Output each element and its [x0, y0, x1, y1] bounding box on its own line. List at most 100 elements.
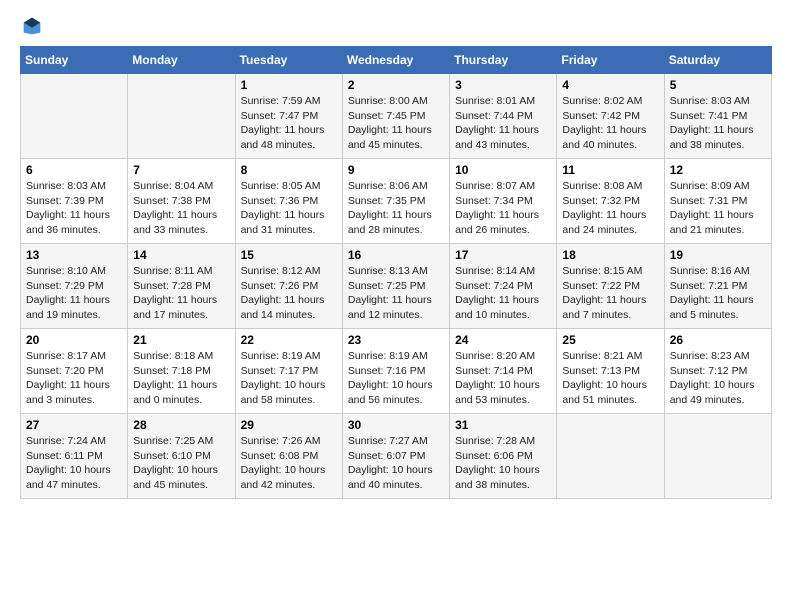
cell-content: Sunrise: 8:10 AM Sunset: 7:29 PM Dayligh…: [26, 264, 122, 323]
day-number: 5: [670, 78, 766, 92]
cell-content: Sunrise: 7:27 AM Sunset: 6:07 PM Dayligh…: [348, 434, 444, 493]
calendar-cell: 21 Sunrise: 8:18 AM Sunset: 7:18 PM Dayli…: [128, 329, 235, 414]
cell-content: Sunrise: 8:13 AM Sunset: 7:25 PM Dayligh…: [348, 264, 444, 323]
calendar-cell: 20 Sunrise: 8:17 AM Sunset: 7:20 PM Dayli…: [21, 329, 128, 414]
col-header-sunday: Sunday: [21, 47, 128, 74]
cell-content: Sunrise: 7:59 AM Sunset: 7:47 PM Dayligh…: [241, 94, 337, 153]
day-number: 3: [455, 78, 551, 92]
day-number: 4: [562, 78, 658, 92]
day-number: 21: [133, 333, 229, 347]
day-number: 13: [26, 248, 122, 262]
cell-content: Sunrise: 7:28 AM Sunset: 6:06 PM Dayligh…: [455, 434, 551, 493]
day-number: 1: [241, 78, 337, 92]
calendar-cell: 8 Sunrise: 8:05 AM Sunset: 7:36 PM Daylig…: [235, 159, 342, 244]
calendar-cell: 22 Sunrise: 8:19 AM Sunset: 7:17 PM Dayli…: [235, 329, 342, 414]
calendar-cell: 1 Sunrise: 7:59 AM Sunset: 7:47 PM Daylig…: [235, 74, 342, 159]
calendar-cell: 24 Sunrise: 8:20 AM Sunset: 7:14 PM Dayli…: [450, 329, 557, 414]
cell-content: Sunrise: 7:25 AM Sunset: 6:10 PM Dayligh…: [133, 434, 229, 493]
cell-content: Sunrise: 8:05 AM Sunset: 7:36 PM Dayligh…: [241, 179, 337, 238]
calendar-table: SundayMondayTuesdayWednesdayThursdayFrid…: [20, 46, 772, 499]
page-header: [20, 20, 772, 36]
calendar-cell: 6Sunrise: 8:03 AM Sunset: 7:39 PM Daylig…: [21, 159, 128, 244]
calendar-cell: 5 Sunrise: 8:03 AM Sunset: 7:41 PM Daylig…: [664, 74, 771, 159]
cell-content: Sunrise: 8:17 AM Sunset: 7:20 PM Dayligh…: [26, 349, 122, 408]
day-number: 26: [670, 333, 766, 347]
cell-content: Sunrise: 8:19 AM Sunset: 7:17 PM Dayligh…: [241, 349, 337, 408]
day-number: 15: [241, 248, 337, 262]
cell-content: Sunrise: 8:16 AM Sunset: 7:21 PM Dayligh…: [670, 264, 766, 323]
day-number: 20: [26, 333, 122, 347]
calendar-cell: 14 Sunrise: 8:11 AM Sunset: 7:28 PM Dayli…: [128, 244, 235, 329]
calendar-cell: 25 Sunrise: 8:21 AM Sunset: 7:13 PM Dayli…: [557, 329, 664, 414]
calendar-cell: 31 Sunrise: 7:28 AM Sunset: 6:06 PM Dayli…: [450, 414, 557, 499]
cell-content: Sunrise: 8:19 AM Sunset: 7:16 PM Dayligh…: [348, 349, 444, 408]
day-number: 28: [133, 418, 229, 432]
calendar-cell: 3 Sunrise: 8:01 AM Sunset: 7:44 PM Daylig…: [450, 74, 557, 159]
cell-content: Sunrise: 8:07 AM Sunset: 7:34 PM Dayligh…: [455, 179, 551, 238]
calendar-cell: 10 Sunrise: 8:07 AM Sunset: 7:34 PM Dayli…: [450, 159, 557, 244]
cell-content: Sunrise: 8:15 AM Sunset: 7:22 PM Dayligh…: [562, 264, 658, 323]
calendar-cell: 30 Sunrise: 7:27 AM Sunset: 6:07 PM Dayli…: [342, 414, 449, 499]
calendar-cell: 12 Sunrise: 8:09 AM Sunset: 7:31 PM Dayli…: [664, 159, 771, 244]
calendar-cell: 26 Sunrise: 8:23 AM Sunset: 7:12 PM Dayli…: [664, 329, 771, 414]
cell-content: Sunrise: 8:09 AM Sunset: 7:31 PM Dayligh…: [670, 179, 766, 238]
day-number: 18: [562, 248, 658, 262]
day-number: 2: [348, 78, 444, 92]
col-header-wednesday: Wednesday: [342, 47, 449, 74]
calendar-cell: 9 Sunrise: 8:06 AM Sunset: 7:35 PM Daylig…: [342, 159, 449, 244]
cell-content: Sunrise: 8:01 AM Sunset: 7:44 PM Dayligh…: [455, 94, 551, 153]
day-number: 30: [348, 418, 444, 432]
cell-content: Sunrise: 8:11 AM Sunset: 7:28 PM Dayligh…: [133, 264, 229, 323]
calendar-cell: 13 Sunrise: 8:10 AM Sunset: 7:29 PM Dayli…: [21, 244, 128, 329]
cell-content: Sunrise: 7:26 AM Sunset: 6:08 PM Dayligh…: [241, 434, 337, 493]
calendar-cell: 28 Sunrise: 7:25 AM Sunset: 6:10 PM Dayli…: [128, 414, 235, 499]
cell-content: Sunrise: 8:02 AM Sunset: 7:42 PM Dayligh…: [562, 94, 658, 153]
day-number: 17: [455, 248, 551, 262]
calendar-cell: 18 Sunrise: 8:15 AM Sunset: 7:22 PM Dayli…: [557, 244, 664, 329]
cell-content: Sunrise: 8:06 AM Sunset: 7:35 PM Dayligh…: [348, 179, 444, 238]
day-number: 6: [26, 163, 122, 177]
day-number: 11: [562, 163, 658, 177]
day-number: 25: [562, 333, 658, 347]
col-header-saturday: Saturday: [664, 47, 771, 74]
cell-content: Sunrise: 8:08 AM Sunset: 7:32 PM Dayligh…: [562, 179, 658, 238]
day-number: 12: [670, 163, 766, 177]
day-number: 7: [133, 163, 229, 177]
day-number: 23: [348, 333, 444, 347]
cell-content: Sunrise: 8:12 AM Sunset: 7:26 PM Dayligh…: [241, 264, 337, 323]
day-number: 27: [26, 418, 122, 432]
day-number: 19: [670, 248, 766, 262]
day-number: 31: [455, 418, 551, 432]
calendar-cell: 4 Sunrise: 8:02 AM Sunset: 7:42 PM Daylig…: [557, 74, 664, 159]
day-number: 8: [241, 163, 337, 177]
col-header-monday: Monday: [128, 47, 235, 74]
cell-content: Sunrise: 8:03 AM Sunset: 7:41 PM Dayligh…: [670, 94, 766, 153]
col-header-friday: Friday: [557, 47, 664, 74]
calendar-cell: 29 Sunrise: 7:26 AM Sunset: 6:08 PM Dayli…: [235, 414, 342, 499]
calendar-cell: 7Sunrise: 8:04 AM Sunset: 7:38 PM Daylig…: [128, 159, 235, 244]
day-number: 14: [133, 248, 229, 262]
calendar-cell: [128, 74, 235, 159]
cell-content: Sunrise: 7:24 AM Sunset: 6:11 PM Dayligh…: [26, 434, 122, 493]
calendar-cell: 17 Sunrise: 8:14 AM Sunset: 7:24 PM Dayli…: [450, 244, 557, 329]
calendar-cell: 2 Sunrise: 8:00 AM Sunset: 7:45 PM Daylig…: [342, 74, 449, 159]
calendar-cell: [21, 74, 128, 159]
cell-content: Sunrise: 8:20 AM Sunset: 7:14 PM Dayligh…: [455, 349, 551, 408]
calendar-cell: 19 Sunrise: 8:16 AM Sunset: 7:21 PM Dayli…: [664, 244, 771, 329]
cell-content: Sunrise: 8:23 AM Sunset: 7:12 PM Dayligh…: [670, 349, 766, 408]
day-number: 24: [455, 333, 551, 347]
cell-content: Sunrise: 8:00 AM Sunset: 7:45 PM Dayligh…: [348, 94, 444, 153]
cell-content: Sunrise: 8:18 AM Sunset: 7:18 PM Dayligh…: [133, 349, 229, 408]
day-number: 10: [455, 163, 551, 177]
day-number: 9: [348, 163, 444, 177]
cell-content: Sunrise: 8:21 AM Sunset: 7:13 PM Dayligh…: [562, 349, 658, 408]
col-header-thursday: Thursday: [450, 47, 557, 74]
calendar-cell: 27 Sunrise: 7:24 AM Sunset: 6:11 PM Dayli…: [21, 414, 128, 499]
calendar-cell: 23 Sunrise: 8:19 AM Sunset: 7:16 PM Dayli…: [342, 329, 449, 414]
day-number: 16: [348, 248, 444, 262]
cell-content: Sunrise: 8:14 AM Sunset: 7:24 PM Dayligh…: [455, 264, 551, 323]
calendar-cell: [664, 414, 771, 499]
calendar-cell: 11 Sunrise: 8:08 AM Sunset: 7:32 PM Dayli…: [557, 159, 664, 244]
day-number: 29: [241, 418, 337, 432]
day-number: 22: [241, 333, 337, 347]
